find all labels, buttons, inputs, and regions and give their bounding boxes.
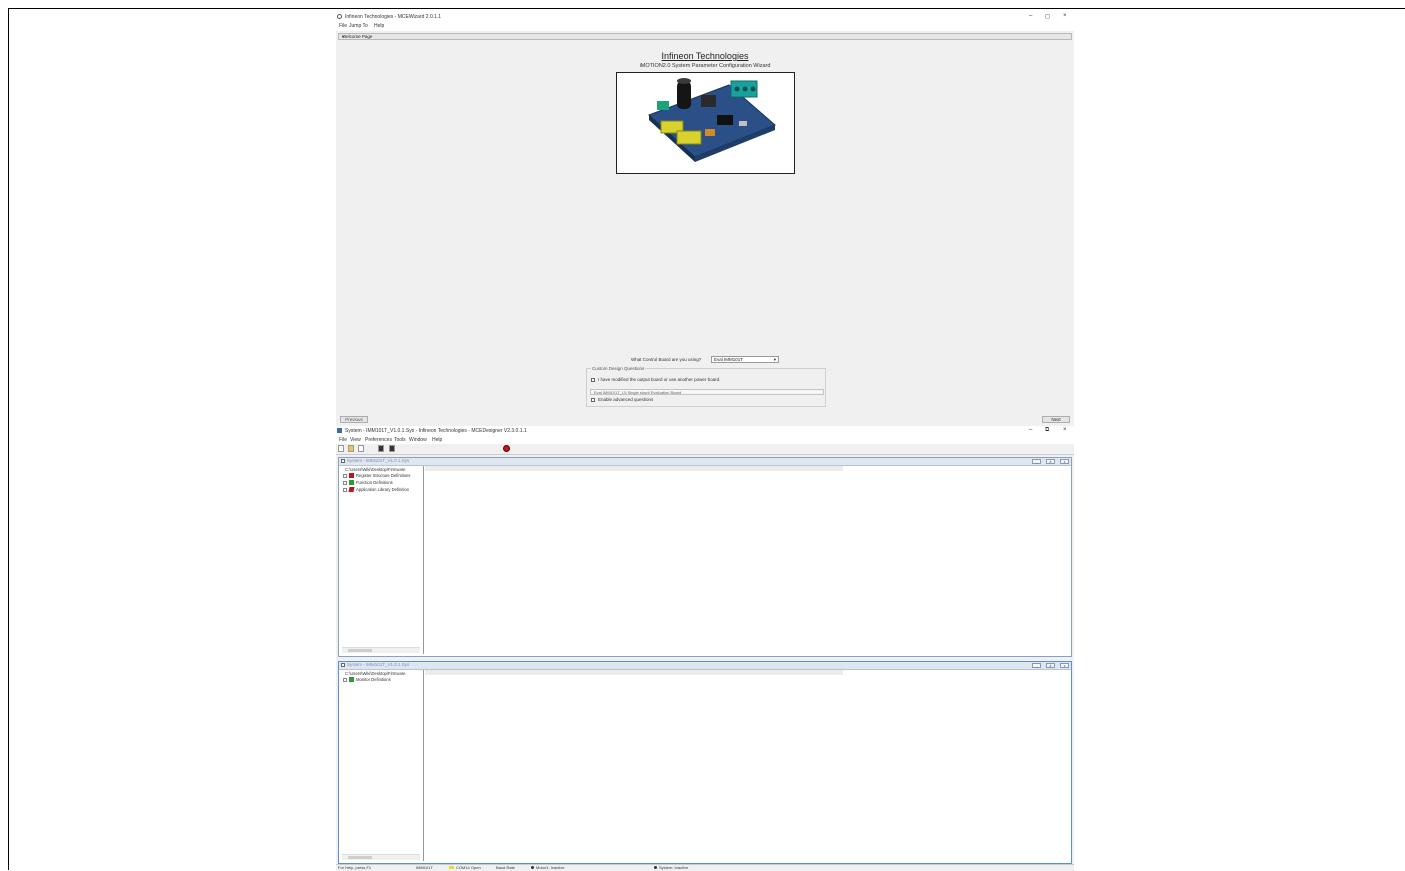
tree-node-function-definitions[interactable]: Function Definitions <box>356 480 393 485</box>
panel-titlebar: System - IMM101T_V1.0.1.Sys _ # x <box>339 458 1071 466</box>
menu-help[interactable]: Help <box>432 437 442 443</box>
tree-node-application-library[interactable]: Application Library Definition <box>356 487 409 492</box>
panel-minimize-icon[interactable]: _ <box>1032 663 1041 668</box>
designer-window: System - IMM101T_V1.0.1.Sys - Infineon T… <box>336 426 1074 871</box>
system-status-icon <box>654 866 657 869</box>
menu-tools[interactable]: Tools <box>394 437 406 443</box>
menu-file[interactable]: File <box>339 437 347 443</box>
panel-close-icon[interactable]: x <box>1060 663 1069 668</box>
panel-minimize-icon[interactable]: _ <box>1032 459 1041 464</box>
menu-help[interactable]: Help <box>374 23 384 29</box>
close-icon[interactable]: × <box>1063 427 1067 433</box>
power-board-select[interactable]: Eval IMM101T_L5 Single shunt Evaluation … <box>590 389 824 395</box>
panel-titlebar: System - IMM101T_V1.0.1.Sys _ # x <box>339 662 1071 670</box>
expand-icon[interactable] <box>343 678 347 682</box>
monitor-tree[interactable]: C:\Users\Wiki\Desktop\Firmware Monitor D… <box>341 670 424 861</box>
tree-node-register-structures[interactable]: Register Structure Definitions <box>356 473 410 478</box>
stop-motor-icon[interactable] <box>503 445 510 452</box>
status-device: IMM101T <box>416 865 433 870</box>
custom-design-group: Custom Design Questions I have modified … <box>586 366 826 407</box>
chevron-down-icon: ▾ <box>342 34 345 39</box>
control-board-select[interactable]: Eval IMM101T ▾ <box>711 356 779 363</box>
modified-board-label: I have modified the output board or use … <box>598 377 721 382</box>
previous-button[interactable]: Previous <box>340 416 368 423</box>
page-selector-dropdown[interactable]: Welcome Page ▾ <box>338 33 1072 40</box>
new-file-icon[interactable] <box>338 445 344 452</box>
function-definitions-icon <box>349 480 354 485</box>
designer-toolbar <box>336 444 1074 455</box>
company-title: Infineon Technologies <box>661 51 749 61</box>
application-library-icon <box>348 487 355 492</box>
com-port-icon <box>449 866 454 869</box>
menu-view[interactable]: View <box>350 437 361 443</box>
panel-maximize-icon[interactable]: # <box>1046 459 1055 464</box>
menu-window[interactable]: Window <box>409 437 427 443</box>
scrollbar-thumb[interactable] <box>348 649 372 652</box>
wizard-menubar: File Jump To Help <box>336 22 1074 31</box>
infineon-app-icon <box>337 14 342 19</box>
designer-titlebar: System - IMM101T_V1.0.1.Sys - Infineon T… <box>336 426 1074 436</box>
advanced-questions-checkbox[interactable] <box>591 398 595 402</box>
monitor-definitions-icon <box>349 677 354 682</box>
chevron-down-icon: ▾ <box>773 357 776 362</box>
tree-root-path[interactable]: C:\Users\Wiki\Desktop\Firmware <box>345 671 406 676</box>
panel-maximize-icon[interactable]: # <box>1046 663 1055 668</box>
power-board-value: Eval IMM101T_L5 Single shunt Evaluation … <box>594 390 682 395</box>
wizard-title: Infineon Technologies - MCEWizard 2.0.1.… <box>345 14 442 20</box>
panel-icon <box>341 459 345 463</box>
monitor-grid-header <box>425 670 843 675</box>
mcedesigner-app-icon <box>337 428 342 433</box>
wizard-subtitle: iMOTION2.0 System Parameter Configuratio… <box>639 63 771 69</box>
scrollbar-thumb[interactable] <box>348 856 372 859</box>
expand-icon[interactable] <box>343 488 347 492</box>
status-system: System: Inactive <box>659 865 689 870</box>
menu-file[interactable]: File <box>339 23 347 29</box>
restore-icon[interactable]: ⧉ <box>1045 427 1049 434</box>
wizard-window: Infineon Technologies - MCEWizard 2.0.1.… <box>336 12 1074 426</box>
board-illustration <box>648 78 776 162</box>
system-panel-bottom: System - IMM101T_V1.0.1.Sys _ # x C:\Use… <box>338 661 1072 864</box>
modified-board-checkbox[interactable] <box>591 378 595 382</box>
status-motor: Motor1: Inactive <box>536 865 565 870</box>
save-icon[interactable] <box>358 445 364 452</box>
disconnect-icon[interactable] <box>389 445 395 452</box>
panel-title: System - IMM101T_V1.0.1.Sys <box>347 458 410 463</box>
panel-title: System - IMM101T_V1.0.1.Sys <box>347 662 410 667</box>
tree-horizontal-scrollbar[interactable] <box>342 854 420 860</box>
tree-horizontal-scrollbar[interactable] <box>342 647 420 653</box>
parameter-grid-header <box>425 466 843 471</box>
tree-node-monitor-definitions[interactable]: Monitor Definitions <box>356 677 391 682</box>
outer-frame-left <box>8 8 9 870</box>
status-com-port: COM14 Open <box>456 865 481 870</box>
menu-preferences[interactable]: Preferences <box>365 437 392 443</box>
panel-close-icon[interactable]: x <box>1060 459 1069 464</box>
close-icon[interactable]: × <box>1063 13 1067 19</box>
expand-icon[interactable] <box>343 474 347 478</box>
motor-status-icon <box>531 866 534 869</box>
open-folder-icon[interactable] <box>348 445 354 452</box>
definition-tree[interactable]: C:\Users\Wiki\Desktop\Firmware Register … <box>341 466 424 654</box>
system-panel-top: System - IMM101T_V1.0.1.Sys _ # x C:\Use… <box>338 457 1072 657</box>
tree-root-path[interactable]: C:\Users\Wiki\Desktop\Firmware <box>345 467 406 472</box>
expand-icon[interactable] <box>343 481 347 485</box>
evaluation-board-image <box>616 72 795 174</box>
restore-icon[interactable]: ◻ <box>1045 13 1050 20</box>
outer-frame-top <box>8 8 1405 9</box>
wizard-titlebar: Infineon Technologies - MCEWizard 2.0.1.… <box>336 12 1074 22</box>
minimize-icon[interactable]: – <box>1029 427 1032 433</box>
status-help-text: For Help, press F1 <box>338 865 372 870</box>
control-board-question: What Control Board are you using? <box>631 357 702 362</box>
menu-jump-to[interactable]: Jump To <box>349 23 368 29</box>
connect-icon[interactable] <box>378 445 384 452</box>
next-button[interactable]: Next <box>1042 416 1070 423</box>
control-board-value: Eval IMM101T <box>714 357 744 362</box>
designer-title: System - IMM101T_V1.0.1.Sys - Infineon T… <box>345 428 527 434</box>
advanced-questions-label: Enable advanced questions <box>598 397 654 402</box>
panel-icon <box>341 663 345 667</box>
group-title: Custom Design Questions <box>591 366 646 371</box>
status-baud-rate: Baud Rate <box>496 865 515 870</box>
minimize-icon[interactable]: – <box>1029 13 1032 19</box>
register-structure-icon <box>349 473 354 478</box>
